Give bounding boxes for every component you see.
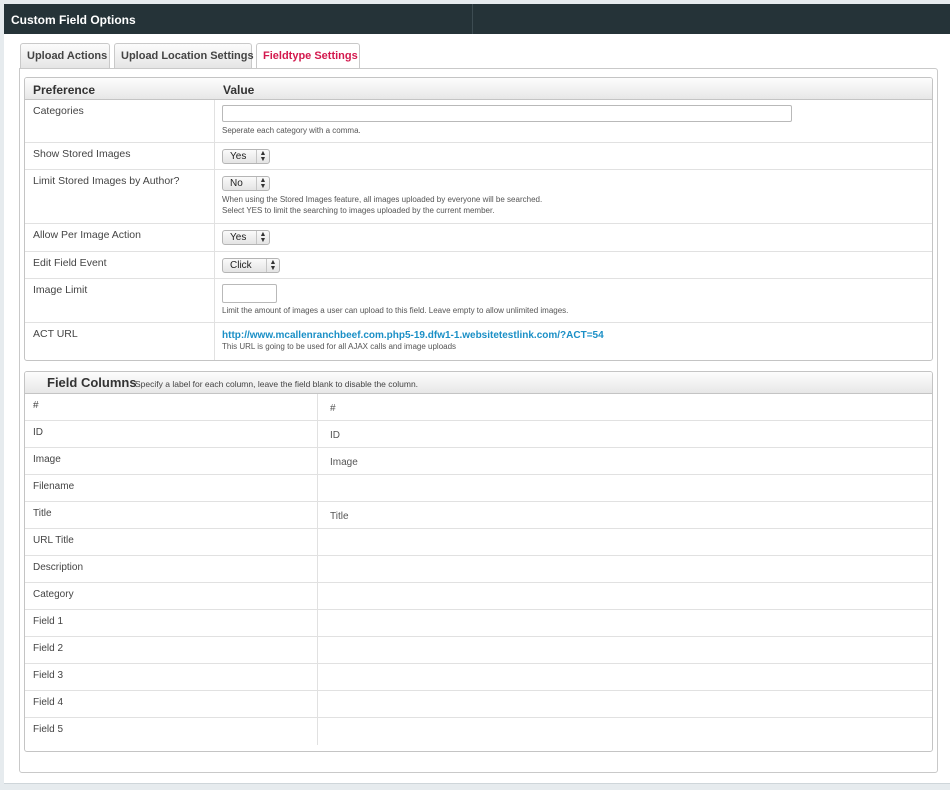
value-column-header: Value [223,83,255,97]
field-column-label-input[interactable]: ID [318,421,932,441]
limit-by-author-help-2: Select YES to limit the searching to ima… [222,206,495,215]
tab-fieldtype-settings[interactable]: Fieldtype Settings [256,43,360,71]
categories-input[interactable] [222,105,792,122]
select-value: No [230,178,243,189]
field-column-label-input[interactable] [318,610,932,619]
pref-row-limit-by-author: Limit Stored Images by Author? No ▲ ▼ Whe… [25,170,932,224]
field-column-row: ID ID [25,421,932,448]
pref-label: Limit Stored Images by Author? [25,170,215,223]
field-column-row: Title Title [25,502,932,529]
tab-upload-actions[interactable]: Upload Actions [20,43,110,69]
field-column-label-input[interactable] [318,556,932,565]
act-url-link[interactable]: http://www.mcallenranchbeef.com.php5-19.… [222,330,932,341]
pref-row-act-url: ACT URL http://www.mcallenranchbeef.com.… [25,323,932,360]
window-title: Custom Field Options [11,13,136,27]
field-column-row: Filename [25,475,932,502]
edit-field-event-select[interactable]: Click ▲ ▼ [222,258,280,273]
field-column-row: Field 5 [25,718,932,745]
act-url-help: This URL is going to be used for all AJA… [222,342,457,351]
field-column-name: Field 4 [25,691,318,717]
select-value: Yes [230,151,247,162]
field-columns-rows: # # ID ID Image Image Filename Title Title URL Ti… [25,394,932,745]
field-column-row: URL Title [25,529,932,556]
field-column-label-input[interactable] [318,475,932,484]
field-columns-title: Field Columns [47,375,137,390]
tab-label: Upload Location Settings [121,50,254,62]
select-value: Yes [230,232,247,243]
field-columns-header: Field Columns Specify a label for each c… [25,372,932,394]
field-column-label-input[interactable] [318,718,932,727]
field-column-row: Field 2 [25,637,932,664]
image-limit-input[interactable] [222,284,277,303]
preference-column-header: Preference [33,83,96,97]
field-column-row: Field 1 [25,610,932,637]
field-column-row: Field 4 [25,691,932,718]
titlebar-divider [472,4,473,34]
field-column-label-input[interactable]: # [318,394,932,414]
field-columns-table: Field Columns Specify a label for each c… [24,371,933,752]
select-arrows-icon: ▲ ▼ [266,259,279,272]
limit-by-author-help-1: When using the Stored Images feature, al… [222,195,543,204]
tab-label: Fieldtype Settings [263,50,358,62]
field-column-name: Image [25,448,318,474]
field-column-name: URL Title [25,529,318,555]
field-column-name: Title [25,502,318,528]
field-column-name: Field 3 [25,664,318,690]
pref-row-categories: Categories Seperate each category with a… [25,100,932,143]
pref-row-show-stored-images: Show Stored Images Yes ▲ ▼ [25,143,932,170]
tab-label: Upload Actions [27,50,108,62]
select-value: Click [230,260,252,271]
pref-row-edit-field-event: Edit Field Event Click ▲ ▼ [25,252,932,279]
field-column-label-input[interactable] [318,529,932,538]
allow-per-image-action-select[interactable]: Yes ▲ ▼ [222,230,270,245]
field-column-name: Field 5 [25,718,318,745]
pref-label: Edit Field Event [25,252,215,278]
field-column-name: # [25,394,318,420]
field-columns-subtitle: Specify a label for each column, leave t… [135,379,419,389]
field-column-name: Filename [25,475,318,501]
field-column-name: Field 1 [25,610,318,636]
tab-panel: Preference Value Categories Seperate eac… [19,68,938,773]
image-limit-help: Limit the amount of images a user can up… [222,306,569,315]
select-arrows-icon: ▲ ▼ [256,150,269,163]
field-column-row: # # [25,394,932,421]
categories-help: Seperate each category with a comma. [222,126,361,135]
field-column-name: Description [25,556,318,582]
pref-label: Categories [25,100,215,142]
limit-by-author-select[interactable]: No ▲ ▼ [222,176,270,191]
main-content: Upload Actions Upload Location Settings … [4,34,950,784]
field-column-row: Description [25,556,932,583]
preferences-table: Preference Value Categories Seperate eac… [24,77,933,361]
pref-row-image-limit: Image Limit Limit the amount of images a… [25,279,932,323]
window-titlebar: Custom Field Options [4,4,950,34]
tab-upload-location-settings[interactable]: Upload Location Settings [114,43,254,69]
field-column-label-input[interactable]: Image [318,448,932,468]
field-column-label-input[interactable] [318,664,932,673]
select-arrows-icon: ▲ ▼ [256,177,269,190]
pref-label: Image Limit [25,279,215,322]
field-column-name: ID [25,421,318,447]
field-column-name: Category [25,583,318,609]
field-column-label-input[interactable] [318,583,932,592]
pref-row-allow-per-image-action: Allow Per Image Action Yes ▲ ▼ [25,224,932,252]
field-column-label-input[interactable] [318,691,932,700]
pref-label: Allow Per Image Action [25,224,215,251]
field-column-row: Field 3 [25,664,932,691]
pref-label: ACT URL [25,323,215,360]
field-column-row: Image Image [25,448,932,475]
field-column-label-input[interactable]: Title [318,502,932,522]
pref-label: Show Stored Images [25,143,215,169]
show-stored-images-select[interactable]: Yes ▲ ▼ [222,149,270,164]
field-column-row: Category [25,583,932,610]
field-column-name: Field 2 [25,637,318,663]
select-arrows-icon: ▲ ▼ [256,231,269,244]
preferences-header: Preference Value [25,78,932,100]
field-column-label-input[interactable] [318,637,932,646]
